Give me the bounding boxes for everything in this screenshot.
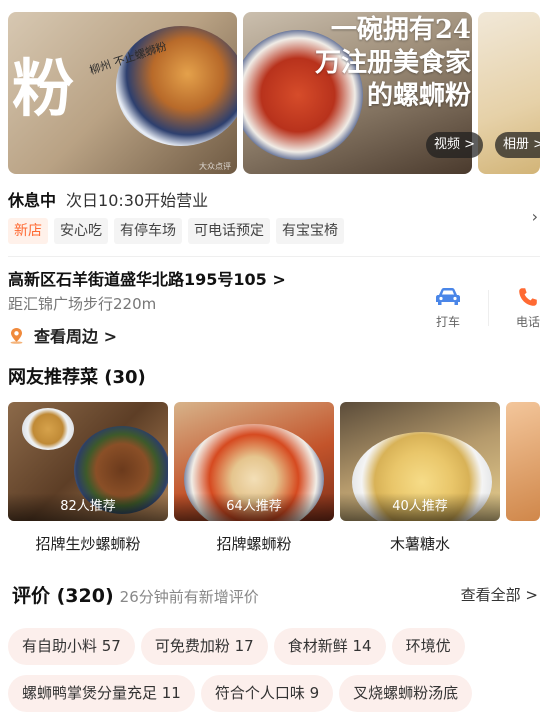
reviews-update-note: 26分钟前有新增评价 [119,588,259,606]
dish-recommend-count: 82人推荐 [8,493,168,521]
dish-card[interactable]: 82人推荐 招牌生炒螺蛳粉 [8,402,168,554]
review-keyword-chip[interactable]: 符合个人口味 9 [200,675,334,712]
location-pin-icon [10,327,23,344]
tag-baby-chair: 有宝宝椅 [276,218,344,244]
dish-name: 招牌生炒螺蛳粉 [35,535,141,553]
dish-card[interactable] [506,402,540,521]
taxi-button[interactable]: 打车 [430,287,466,330]
dish-card[interactable]: 40人推荐 木薯糖水 [340,402,500,554]
video-button[interactable]: 视频 > [426,132,484,158]
review-keyword-chip[interactable]: 食材新鲜 14 [273,628,386,665]
tag-new-store: 新店 [8,218,48,244]
dish-image: 82人推荐 [8,402,168,521]
review-keyword-chip[interactable]: 有自助小料 57 [8,628,135,665]
phone-label: 电话 [515,315,540,329]
photo-slogan: 一碗拥有24万注册美食家的螺蛳粉 [314,15,471,111]
tag-parking: 有停车场 [114,218,182,244]
view-nearby-label: 查看周边 > [34,327,117,346]
reviews-header: 评价 (320) 26分钟前有新增评价 [12,581,259,608]
dish-recommend-count: 64人推荐 [174,493,334,521]
view-all-reviews-link[interactable]: 查看全部 > [461,584,538,605]
gallery-photo-1[interactable]: 柳州 不止螺蛳粉 粉 大众点评 [8,12,237,174]
dish-image: 40人推荐 [340,402,500,521]
open-state: 休息中 [8,191,57,210]
phone-icon [519,288,537,306]
photo-gallery[interactable]: 柳州 不止螺蛳粉 粉 大众点评 一碗拥有24万注册美食家的螺蛳粉 视频 > 相册… [8,12,540,174]
review-keyword-chip[interactable]: 叉烧螺蛳粉汤底 [339,675,473,712]
next-open-time: 次日10:30开始营业 [66,191,209,210]
address-link[interactable]: 高新区石羊街道盛华北路195号105 > [8,266,286,290]
view-nearby-link[interactable]: 查看周边 > [8,323,117,347]
taxi-label: 打车 [435,315,460,329]
phone-button[interactable]: 电话 [510,287,540,330]
review-keyword-chip[interactable]: 可免费加粉 17 [140,628,268,665]
car-icon [436,288,460,305]
review-keyword-chip[interactable]: 环境优 [391,628,465,665]
reviews-title: 评价 (320) [12,585,114,607]
dish-card[interactable]: 64人推荐 招牌螺蛳粉 [174,402,334,554]
tag-safe-eat: 安心吃 [54,218,108,244]
chevron-right-icon[interactable]: › [532,207,538,226]
dish-recommend-count: 40人推荐 [340,493,500,521]
review-keyword-row: 有自助小料 57 可免费加粉 17 食材新鲜 14 环境优 [8,628,471,665]
recommended-dishes-title: 网友推荐菜 (30) [8,367,146,388]
watermark: 大众点评 [199,162,231,171]
business-hours[interactable]: 休息中 次日10:30开始营业 [8,190,208,212]
dish-image [506,402,540,521]
review-keyword-row: 螺蛳鸭掌煲分量充足 11 符合个人口味 9 叉烧螺蛳粉汤底 [8,675,478,712]
walking-distance: 距汇锦广场步行220m [8,295,157,313]
divider [488,290,489,326]
dish-name: 招牌螺蛳粉 [216,535,292,553]
dish-name: 木薯糖水 [389,535,450,553]
feature-tags: 新店 安心吃 有停车场 可电话预定 有宝宝椅 [8,218,350,244]
dish-image: 64人推荐 [174,402,334,521]
album-button[interactable]: 相册 > [495,132,540,158]
photo-title: 粉 [12,52,74,125]
divider [8,256,540,257]
tag-phone-booking: 可电话预定 [188,218,270,244]
review-keyword-chip[interactable]: 螺蛳鸭掌煲分量充足 11 [8,675,195,712]
